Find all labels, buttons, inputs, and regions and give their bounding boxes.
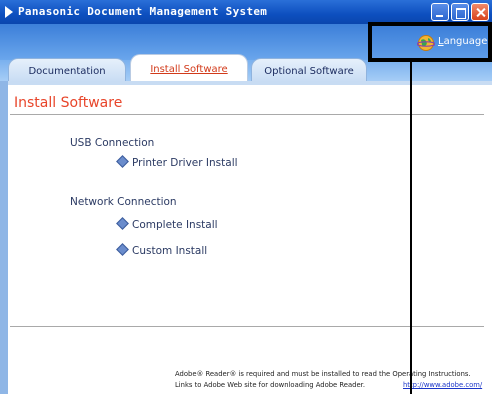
content-top-border	[0, 81, 492, 85]
adobe-download-notice: Links to Adobe Web site for downloading …	[175, 381, 365, 389]
close-button[interactable]	[471, 3, 489, 21]
language-label: Language	[438, 36, 488, 47]
link-label: Complete Install	[132, 219, 218, 231]
usb-connection-heading: USB Connection	[70, 137, 155, 149]
link-label: Printer Driver Install	[132, 157, 238, 169]
page-title: Install Software	[14, 95, 123, 111]
tab-optional-software[interactable]: Optional Software	[251, 58, 367, 81]
adobe-reader-notice: Adobe® Reader® is required and must be i…	[175, 370, 471, 378]
divider	[10, 114, 484, 115]
callout-line	[410, 62, 412, 394]
app-arrow-icon	[5, 6, 13, 18]
network-connection-heading: Network Connection	[70, 196, 177, 208]
bullet-diamond-icon	[116, 217, 129, 230]
link-label: Custom Install	[132, 245, 208, 257]
printer-driver-install-link[interactable]: Printer Driver Install	[116, 155, 238, 169]
minimize-button[interactable]	[431, 3, 449, 21]
maximize-button[interactable]	[451, 3, 469, 21]
window-title: Panasonic Document Management System	[18, 5, 268, 18]
left-border-strip	[0, 81, 8, 394]
globe-icon	[417, 35, 435, 51]
bullet-diamond-icon	[116, 243, 129, 256]
adobe-website-link[interactable]: http://www.adobe.com/	[403, 381, 482, 389]
divider	[10, 326, 484, 327]
title-bar[interactable]: Panasonic Document Management System	[0, 0, 492, 24]
bullet-diamond-icon	[116, 155, 129, 168]
tab-documentation[interactable]: Documentation	[8, 58, 126, 81]
custom-install-link[interactable]: Custom Install	[116, 243, 208, 257]
tab-install-software[interactable]: Install Software	[130, 54, 248, 81]
language-button[interactable]: Language	[368, 22, 492, 62]
complete-install-link[interactable]: Complete Install	[116, 217, 218, 231]
app-window: Panasonic Document Management System Doc…	[0, 0, 492, 394]
